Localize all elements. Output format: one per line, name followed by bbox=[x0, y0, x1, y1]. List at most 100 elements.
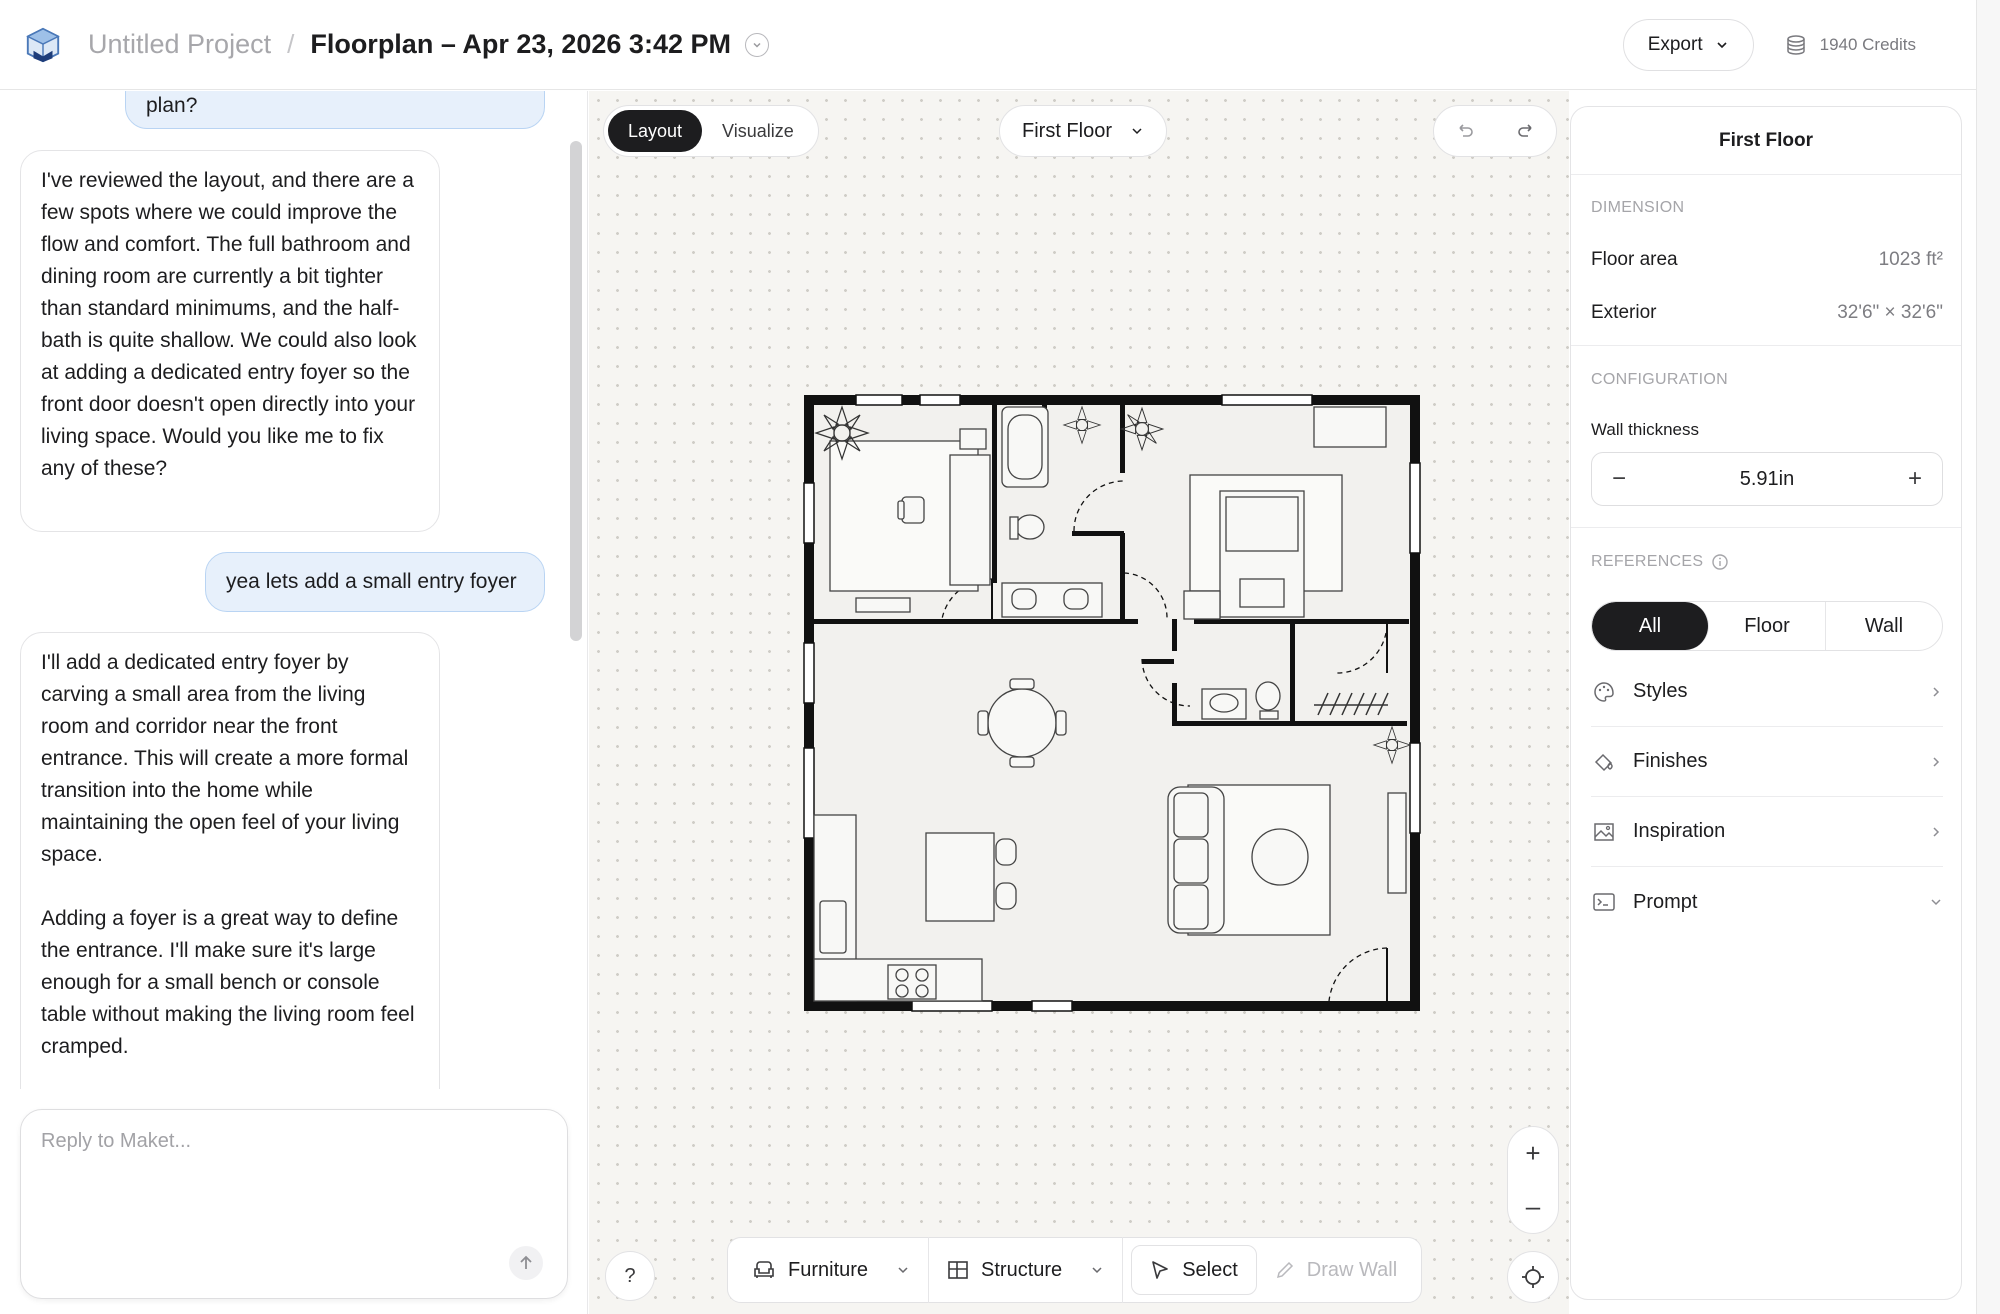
exterior-label: Exterior bbox=[1591, 302, 1657, 323]
tab-layout[interactable]: Layout bbox=[608, 110, 703, 152]
reference-item-label: Inspiration bbox=[1633, 820, 1726, 842]
wall-thickness-row: Wall thickness bbox=[1591, 420, 1943, 440]
reference-item-label: Styles bbox=[1633, 680, 1688, 702]
breadcrumb-separator: / bbox=[287, 29, 295, 59]
credits-display[interactable]: 1940 Credits bbox=[1784, 33, 1916, 57]
tab-all[interactable]: All bbox=[1592, 602, 1709, 650]
armchair-icon bbox=[754, 1261, 774, 1278]
wall-thickness-stepper: − 5.91in + bbox=[1591, 452, 1943, 506]
tab-visualize[interactable]: Visualize bbox=[702, 110, 814, 152]
floor-area-value: 1023 ft² bbox=[1878, 249, 1943, 270]
floor-selector[interactable]: First Floor bbox=[999, 105, 1167, 157]
section-divider bbox=[1571, 527, 1961, 528]
toolbar-divider bbox=[1122, 1237, 1124, 1303]
reference-item-inspiration[interactable]: Inspiration bbox=[1591, 797, 1943, 867]
reference-item-finishes[interactable]: Finishes bbox=[1591, 727, 1943, 797]
reference-item-label: Prompt bbox=[1633, 890, 1698, 913]
exterior-row: Exterior 32'6" × 32'6" bbox=[1591, 302, 1943, 324]
assistant-message: I'll add a dedicated entry foyer by carv… bbox=[20, 632, 440, 1089]
zoom-out-button[interactable]: – bbox=[1526, 1191, 1540, 1222]
image-icon bbox=[1591, 819, 1617, 845]
chevron-right-icon bbox=[1933, 826, 1940, 837]
breadcrumb-file-title[interactable]: Floorplan – Apr 23, 2026 3:42 PM bbox=[310, 29, 731, 60]
message-text: plan? bbox=[146, 94, 198, 117]
tab-wall[interactable]: Wall bbox=[1826, 602, 1942, 650]
top-bar: Untitled Project / Floorplan – Apr 23, 2… bbox=[0, 0, 1976, 90]
structure-menu-button[interactable]: Structure bbox=[929, 1243, 1122, 1297]
app-root: Untitled Project / Floorplan – Apr 23, 2… bbox=[0, 0, 2000, 1314]
zoom-in-button[interactable]: + bbox=[1525, 1138, 1540, 1169]
exterior-value: 32'6" × 32'6" bbox=[1837, 302, 1943, 323]
section-references-header: REFERENCES bbox=[1591, 553, 1729, 571]
chevron-down-icon bbox=[1931, 899, 1941, 906]
export-button[interactable]: Export bbox=[1622, 18, 1754, 71]
credits-count: 1940 Credits bbox=[1819, 34, 1916, 54]
bottom-toolbar: Furniture Structure Select Draw Wall bbox=[727, 1237, 1423, 1303]
furniture-label: Furniture bbox=[788, 1258, 869, 1281]
terminal-icon bbox=[1591, 889, 1617, 915]
chevron-down-icon bbox=[898, 1267, 908, 1274]
floor-selector-label: First Floor bbox=[1022, 119, 1112, 142]
wall-thickness-label: Wall thickness bbox=[1591, 420, 1700, 439]
grid-layout-icon bbox=[948, 1261, 968, 1279]
chat-messages[interactable]: plan? I've reviewed the layout, and ther… bbox=[0, 91, 588, 1089]
floor-area-label: Floor area bbox=[1591, 249, 1678, 270]
header-actions: Export 1940 Credits bbox=[1622, 18, 1952, 71]
properties-panel: First Floor DIMENSION Floor area 1023 ft… bbox=[1570, 106, 1962, 1300]
section-label-dimension: DIMENSION bbox=[1591, 199, 1685, 216]
section-label-configuration: CONFIGURATION bbox=[1591, 371, 1728, 388]
app-logo-icon[interactable] bbox=[24, 26, 62, 64]
floor-plan-drawing[interactable] bbox=[802, 393, 1422, 1013]
crosshair-icon bbox=[1522, 1266, 1544, 1288]
office-furniture bbox=[829, 428, 991, 613]
tab-floor[interactable]: Floor bbox=[1709, 602, 1826, 650]
draw-wall-button[interactable]: Draw Wall bbox=[1257, 1243, 1415, 1297]
redo-icon[interactable] bbox=[1515, 120, 1537, 142]
recenter-button[interactable] bbox=[1507, 1251, 1559, 1303]
assistant-message: I've reviewed the layout, and there are … bbox=[20, 150, 440, 532]
chevron-right-icon bbox=[1933, 756, 1940, 767]
cursor-arrow-icon bbox=[1152, 1261, 1168, 1279]
user-message: plan? bbox=[125, 91, 545, 129]
select-tool-button[interactable]: Select bbox=[1131, 1245, 1257, 1295]
arrow-up-icon bbox=[520, 1255, 532, 1269]
send-button[interactable] bbox=[509, 1246, 543, 1280]
reference-item-label: Finishes bbox=[1633, 750, 1708, 772]
chevron-down-icon bbox=[1092, 1267, 1102, 1274]
breadcrumb-project[interactable]: Untitled Project bbox=[88, 29, 271, 60]
furniture-menu-button[interactable]: Furniture bbox=[734, 1243, 928, 1297]
message-text: yea lets add a small entry foyer bbox=[226, 570, 517, 593]
chevron-down-icon bbox=[1717, 41, 1727, 48]
chat-panel: plan? I've reviewed the layout, and ther… bbox=[0, 91, 588, 1314]
chevron-down-icon[interactable] bbox=[744, 32, 769, 57]
panel-title: First Floor bbox=[1571, 107, 1961, 175]
section-divider bbox=[1571, 345, 1961, 346]
coins-stack-icon bbox=[1786, 34, 1805, 55]
chevron-right-icon bbox=[1933, 686, 1940, 697]
chevron-down-icon bbox=[1132, 128, 1142, 135]
decrement-button[interactable]: − bbox=[1612, 465, 1626, 493]
user-message: yea lets add a small entry foyer bbox=[205, 552, 545, 612]
wall-thickness-value[interactable]: 5.91in bbox=[1740, 468, 1795, 491]
draw-wall-label: Draw Wall bbox=[1306, 1258, 1398, 1281]
floorplan-canvas[interactable]: Layout Visualize First Floor + – ? Furni… bbox=[589, 91, 1569, 1314]
floor-area-row: Floor area 1023 ft² bbox=[1591, 249, 1943, 271]
reply-composer bbox=[20, 1109, 568, 1299]
undo-icon[interactable] bbox=[1454, 120, 1476, 142]
increment-button[interactable]: + bbox=[1908, 465, 1922, 493]
paint-bucket-icon bbox=[1591, 749, 1617, 775]
structure-label: Structure bbox=[981, 1258, 1063, 1281]
message-text: I've reviewed the layout, and there are … bbox=[41, 169, 417, 480]
palette-icon bbox=[1591, 679, 1617, 705]
message-text: I'll add a dedicated entry foyer by carv… bbox=[41, 651, 409, 866]
pencil-icon bbox=[1276, 1261, 1293, 1279]
reference-item-styles[interactable]: Styles bbox=[1591, 657, 1943, 727]
reference-item-prompt[interactable]: Prompt bbox=[1591, 867, 1943, 937]
info-icon[interactable] bbox=[1711, 553, 1729, 571]
chat-scrollbar[interactable] bbox=[570, 141, 582, 641]
message-text: Adding a foyer is a great way to define … bbox=[41, 907, 415, 1058]
help-button[interactable]: ? bbox=[605, 1251, 655, 1301]
reply-input[interactable] bbox=[41, 1130, 541, 1153]
export-label: Export bbox=[1647, 33, 1703, 55]
